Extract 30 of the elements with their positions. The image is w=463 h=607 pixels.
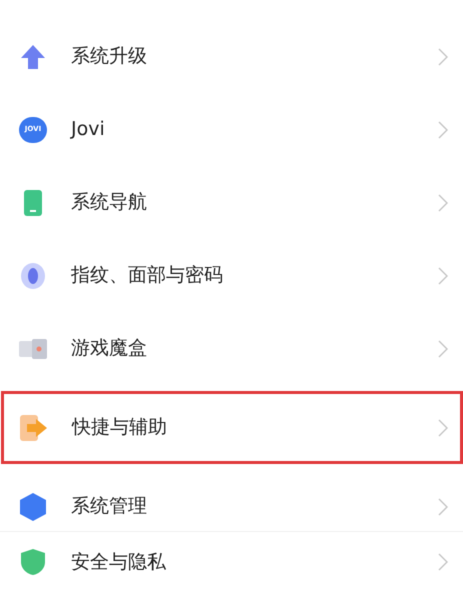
item-label: 系统管理	[71, 494, 148, 520]
chevron-right-icon	[438, 120, 448, 138]
item-label: Jovi	[71, 117, 106, 142]
up-arrow-icon	[19, 42, 47, 70]
item-label: 系统导航	[71, 190, 148, 216]
arrow-right-icon	[19, 414, 49, 442]
shield-icon	[20, 548, 46, 576]
settings-item[interactable]: 系统升级	[0, 20, 463, 93]
hexagon-icon	[19, 492, 47, 522]
chevron-right-icon	[438, 194, 448, 212]
chevron-right-icon	[438, 48, 448, 66]
settings-item[interactable]: 系统管理	[0, 470, 463, 543]
settings-item[interactable]: 指纹、面部与密码	[0, 239, 463, 312]
settings-item[interactable]: 系统导航	[0, 166, 463, 239]
chevron-right-icon	[438, 498, 448, 516]
chevron-right-icon	[438, 266, 448, 284]
settings-item[interactable]: 快捷与辅助	[1, 391, 463, 464]
game-box-icon	[18, 338, 48, 360]
chevron-right-icon	[438, 553, 448, 571]
settings-item[interactable]: 安全与隐私	[0, 540, 463, 584]
item-label: 安全与隐私	[71, 550, 167, 575]
item-label: 系统升级	[71, 44, 148, 70]
settings-item[interactable]: 游戏魔盒	[0, 312, 463, 385]
chevron-right-icon	[438, 418, 448, 436]
phone-icon	[23, 188, 43, 216]
item-label: 游戏魔盒	[71, 336, 148, 362]
item-label: 指纹、面部与密码	[71, 263, 224, 288]
item-label: 快捷与辅助	[72, 415, 168, 440]
fingerprint-icon	[20, 262, 46, 290]
chevron-right-icon	[438, 340, 448, 358]
